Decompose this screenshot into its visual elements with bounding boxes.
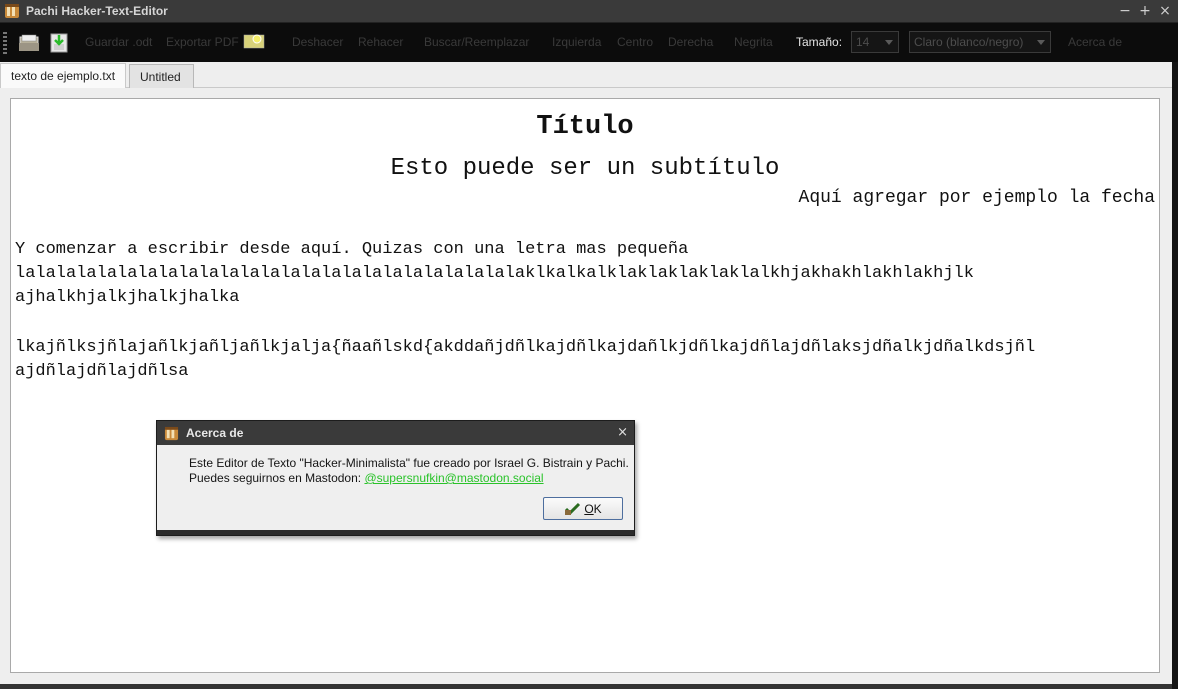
mastodon-link[interactable]: @supersnufkin@mastodon.social bbox=[364, 471, 543, 485]
editor-area: Título Esto puede ser un subtítulo Aquí … bbox=[0, 88, 1172, 684]
font-size-select[interactable]: 14 bbox=[851, 31, 899, 53]
bold-button[interactable]: Negrita bbox=[734, 35, 773, 49]
window-edge bbox=[0, 684, 1172, 689]
align-right-button[interactable]: Derecha bbox=[668, 35, 713, 49]
save-icon[interactable] bbox=[47, 31, 71, 55]
maximize-button[interactable]: + bbox=[1138, 2, 1152, 20]
close-icon[interactable]: × bbox=[617, 425, 628, 440]
doc-body-line: ajhalkhjalkjhalkjhalka bbox=[15, 288, 240, 307]
window-edge bbox=[1172, 62, 1178, 689]
dialog-message-line: Este Editor de Texto "Hacker-Minimalista… bbox=[189, 456, 629, 470]
align-left-button[interactable]: Izquierda bbox=[552, 35, 601, 49]
theme-select[interactable]: Claro (blanco/negro) bbox=[909, 31, 1051, 53]
chevron-down-icon bbox=[885, 40, 893, 45]
title-bar: Pachi Hacker-Text-Editor − + × bbox=[0, 0, 1178, 23]
search-replace-button[interactable]: Buscar/Reemplazar bbox=[424, 35, 529, 49]
redo-button[interactable]: Rehacer bbox=[358, 35, 403, 49]
ok-label-mnemonic: O bbox=[584, 501, 594, 516]
toolbar-grip[interactable] bbox=[3, 31, 7, 54]
tab-bar: texto de ejemplo.txt Untitled bbox=[0, 62, 1172, 89]
dialog-message-prefix: Puedes seguirnos en Mastodon: bbox=[189, 471, 365, 485]
size-label: Tamaño: bbox=[796, 35, 843, 49]
doc-title: Título bbox=[536, 112, 634, 142]
doc-body-line: lkajñlksjñlajañlkjañljañlkjalja{ñaañlskd… bbox=[15, 338, 1036, 357]
dialog-title-bar: Acerca de bbox=[157, 421, 634, 445]
doc-date-line: Aquí agregar por ejemplo la fecha bbox=[798, 188, 1155, 208]
theme-value: Claro (blanco/negro) bbox=[914, 35, 1024, 49]
dialog-message-line: Puedes seguirnos en Mastodon: @supersnuf… bbox=[189, 471, 629, 486]
undo-button[interactable]: Deshacer bbox=[292, 35, 343, 49]
minimize-button[interactable]: − bbox=[1118, 2, 1132, 20]
export-pdf-button[interactable]: Exportar PDF bbox=[166, 35, 239, 49]
close-window-button[interactable]: × bbox=[1158, 2, 1172, 20]
ok-button[interactable]: OK bbox=[543, 497, 623, 520]
app-window: Pachi Hacker-Text-Editor − + × Guardar .… bbox=[0, 0, 1178, 689]
window-title: Pachi Hacker-Text-Editor bbox=[26, 4, 168, 18]
text-editor[interactable]: Título Esto puede ser un subtítulo Aquí … bbox=[10, 98, 1160, 673]
dialog-title: Acerca de bbox=[186, 426, 244, 440]
doc-body-line: Y comenzar a escribir desde aquí. Quizas… bbox=[15, 240, 689, 259]
tab-untitled[interactable]: Untitled bbox=[129, 64, 194, 89]
about-button[interactable]: Acerca de bbox=[1068, 35, 1122, 49]
dialog-bottom-edge bbox=[157, 530, 634, 535]
new-document-icon[interactable] bbox=[242, 29, 266, 53]
toolbar: Guardar .odt Exportar PDF Deshacer Rehac… bbox=[0, 23, 1178, 62]
open-folder-icon[interactable] bbox=[17, 31, 41, 55]
save-odt-button[interactable]: Guardar .odt bbox=[85, 35, 152, 49]
dialog-message: Este Editor de Texto "Hacker-Minimalista… bbox=[189, 456, 629, 486]
ok-label-rest: K bbox=[593, 501, 602, 516]
doc-subtitle: Esto puede ser un subtítulo bbox=[390, 155, 780, 182]
app-icon bbox=[5, 4, 19, 18]
app-icon bbox=[164, 426, 179, 440]
checkmark-hand-icon bbox=[565, 502, 581, 515]
doc-body-line: lalalalalalalalalalalalalalalalalalalala… bbox=[15, 264, 974, 283]
chevron-down-icon bbox=[1037, 40, 1045, 45]
doc-body-line: ajdñlajdñlajdñlsa bbox=[15, 362, 189, 381]
font-size-value: 14 bbox=[856, 35, 870, 49]
align-center-button[interactable]: Centro bbox=[617, 35, 653, 49]
about-dialog: Acerca de × Este Editor de Texto "Hacker… bbox=[156, 420, 635, 536]
tab-texto-de-ejemplo[interactable]: texto de ejemplo.txt bbox=[0, 63, 127, 89]
